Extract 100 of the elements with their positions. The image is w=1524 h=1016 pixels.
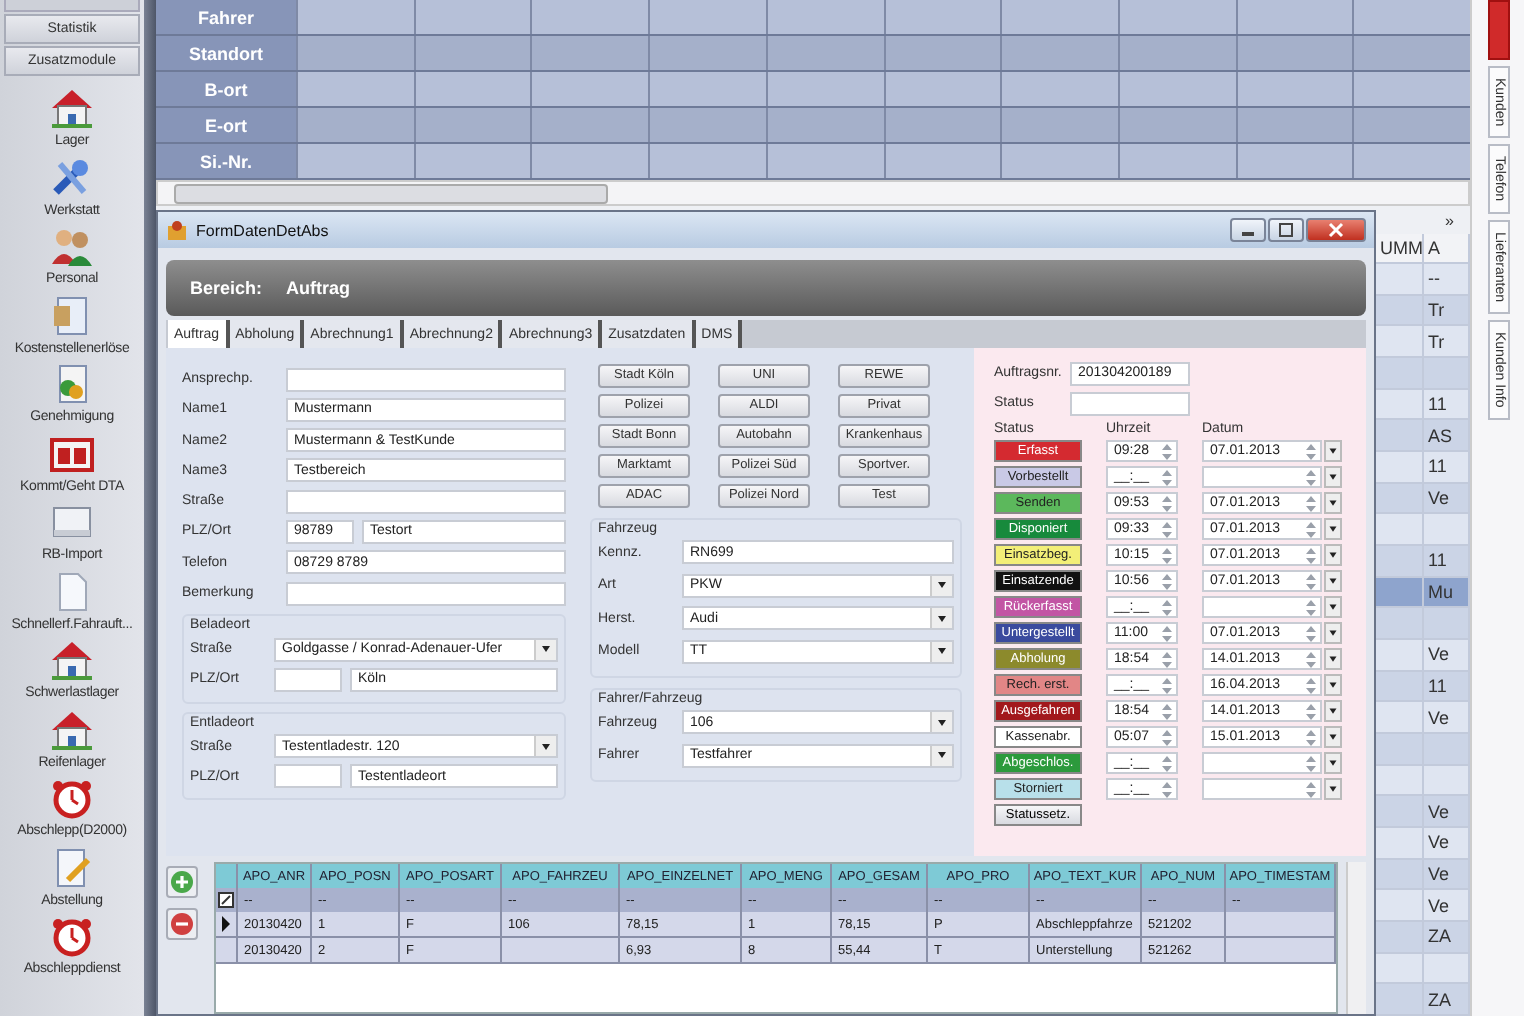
alarm-clock-icon (48, 776, 96, 820)
spin-icon (1304, 572, 1318, 590)
more-button[interactable]: » (1445, 211, 1454, 229)
table-row[interactable]: Ve (1376, 828, 1470, 860)
spin-icon (1160, 728, 1174, 746)
app-icon (166, 219, 188, 241)
table-row[interactable]: AS (1376, 420, 1470, 453)
table-cell (1000, 108, 1118, 142)
calendar-dropdown-button[interactable] (1324, 492, 1342, 514)
table-cell (883, 36, 1001, 70)
date-field[interactable] (1202, 466, 1322, 488)
scrollbar[interactable] (1346, 862, 1366, 1014)
table-cell (883, 0, 1001, 34)
table-row[interactable]: Ve (1376, 859, 1470, 891)
table-cell (530, 0, 649, 34)
alarm-clock-icon (48, 914, 96, 958)
calendar-dropdown-button[interactable] (1324, 596, 1342, 618)
minus-icon (170, 912, 194, 936)
calendar-dropdown-button[interactable] (1324, 674, 1342, 696)
table-cell (413, 36, 531, 70)
calendar-dropdown-button[interactable] (1324, 726, 1342, 748)
calendar-dropdown-button[interactable] (1324, 518, 1342, 540)
calendar-dropdown-button[interactable] (1324, 544, 1342, 566)
input-field[interactable] (274, 667, 342, 692)
calendar-dropdown-button[interactable] (1324, 622, 1342, 644)
table-row[interactable]: Ve (1376, 796, 1470, 829)
spin-icon (1304, 650, 1318, 668)
house-icon (48, 707, 96, 751)
remove-button[interactable] (166, 908, 198, 940)
table-row[interactable]: Ve (1376, 890, 1470, 923)
table-row[interactable]: Tr (1376, 295, 1470, 327)
table-cell (648, 108, 766, 142)
spin-icon (1304, 598, 1318, 616)
calendar-dropdown-button[interactable] (1324, 440, 1342, 462)
spin-icon (1304, 494, 1318, 512)
table-cell (1117, 36, 1236, 70)
window-title: FormDatenDetAbs (196, 221, 331, 239)
table-cell (1352, 144, 1470, 178)
spin-icon (1160, 494, 1174, 512)
add-button[interactable] (166, 866, 198, 898)
table-row[interactable]: Ve (1376, 483, 1470, 515)
table-cell (883, 72, 1001, 106)
table-cell (1117, 144, 1236, 178)
table-cell (1235, 72, 1353, 106)
calendar-dropdown-button[interactable] (1324, 752, 1342, 774)
table-cell (1235, 0, 1353, 34)
date-field[interactable] (1202, 752, 1322, 774)
table-cell (648, 144, 766, 178)
input-field[interactable] (274, 764, 342, 789)
date-field[interactable] (1202, 778, 1322, 800)
table-cell (530, 108, 649, 142)
people-icon (48, 224, 96, 268)
spin-icon (1160, 468, 1174, 486)
table-cell (1000, 36, 1118, 70)
input-field[interactable] (1070, 391, 1190, 415)
spin-icon (1304, 624, 1318, 642)
calendar-dropdown-button[interactable] (1324, 570, 1342, 592)
table-row[interactable]: Ve (1376, 702, 1470, 735)
header-label: Bereich: (190, 278, 263, 298)
table-cell (296, 0, 414, 34)
table-cell (1117, 0, 1236, 34)
calendar-dropdown-button[interactable] (1324, 648, 1342, 670)
table-row[interactable]: -- (1376, 264, 1470, 296)
input-field[interactable] (286, 367, 566, 391)
calendar-dropdown-button[interactable] (1324, 778, 1342, 800)
input-field[interactable] (286, 489, 566, 514)
table-row[interactable]: 11 (1376, 452, 1470, 484)
table-cell (1352, 72, 1470, 106)
date-field[interactable] (1202, 596, 1322, 618)
spin-icon (1304, 780, 1318, 798)
spin-icon (1160, 624, 1174, 642)
table-cell (1352, 36, 1470, 70)
table-cell (883, 108, 1001, 142)
alert-tab[interactable] (1488, 0, 1510, 60)
spin-icon (1304, 468, 1318, 486)
spin-icon (1304, 702, 1318, 720)
table-row[interactable]: Tr (1376, 326, 1470, 359)
table-row[interactable]: 11 (1376, 546, 1470, 578)
calendar-dropdown-button[interactable] (1324, 700, 1342, 722)
table-cell (413, 72, 531, 106)
table-row[interactable]: 11 (1376, 389, 1470, 421)
input-field[interactable] (286, 581, 566, 606)
table-cell (413, 144, 531, 178)
table-row[interactable]: Ve (1376, 640, 1470, 672)
close-button[interactable] (1306, 218, 1366, 242)
table-row[interactable]: Mu (1376, 577, 1470, 609)
spin-icon (1160, 676, 1174, 694)
calendar-dropdown-button[interactable] (1324, 466, 1342, 488)
plus-icon (170, 870, 194, 894)
house-icon (48, 86, 96, 130)
minimize-button[interactable] (1230, 218, 1266, 242)
maximize-button[interactable] (1268, 218, 1304, 242)
scrollbar[interactable] (156, 180, 1470, 206)
table-cell (296, 144, 414, 178)
table-row[interactable]: 11 (1376, 671, 1470, 703)
table-row[interactable]: ZA (1376, 984, 1470, 1016)
table-row[interactable]: ZA (1376, 922, 1470, 954)
table-cell (530, 144, 649, 178)
row-selector[interactable] (216, 912, 238, 936)
table-cell (648, 0, 766, 34)
